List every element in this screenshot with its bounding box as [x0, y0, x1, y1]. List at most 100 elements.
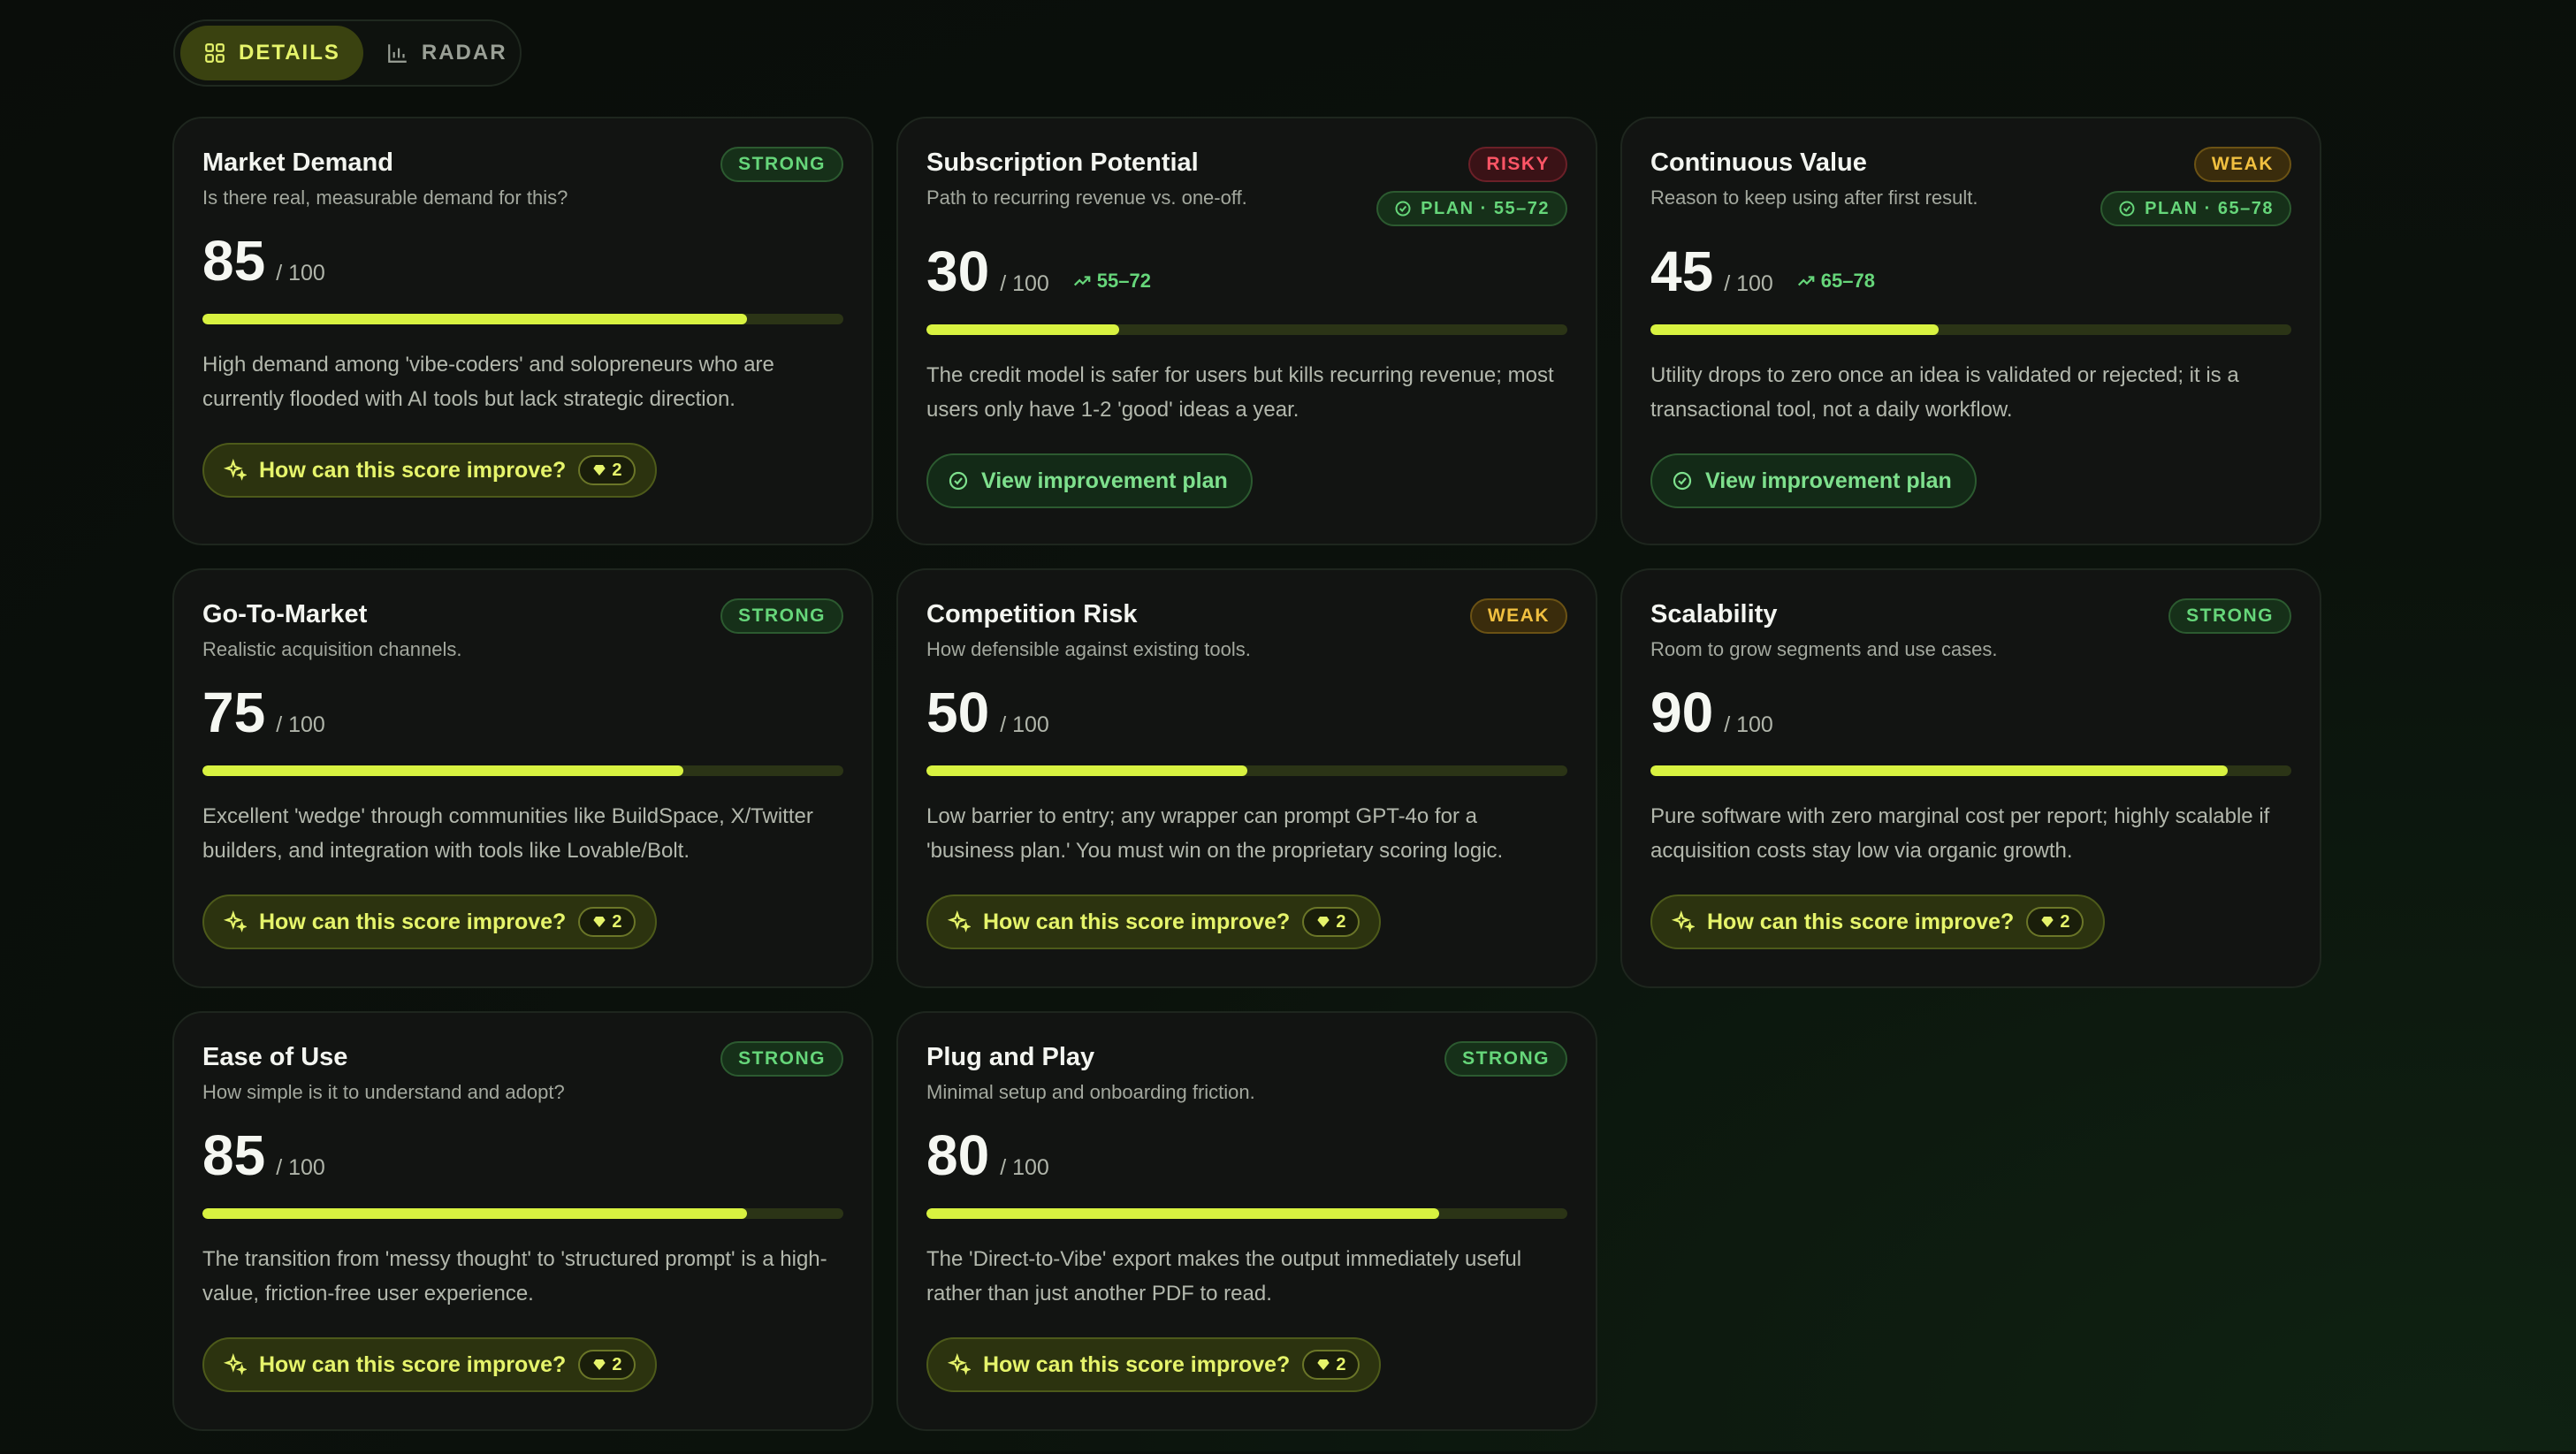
radar-tab[interactable]: RADAR [363, 26, 530, 80]
improve-score-button[interactable]: How can this score improve? 2 [202, 1337, 658, 1392]
score-value: 30 [926, 240, 990, 303]
score-max: / 100 [1724, 712, 1773, 737]
score-row: 75 / 100 [202, 684, 843, 741]
check-circle-icon [949, 471, 968, 491]
improve-score-button[interactable]: How can this score improve? 2 [926, 1337, 1382, 1392]
progress-bar [926, 1208, 1567, 1219]
improve-score-button[interactable]: How can this score improve? 2 [202, 894, 658, 949]
improve-label: How can this score improve? [259, 909, 567, 934]
progress-fill [926, 324, 1119, 335]
gem-icon [2041, 917, 2054, 927]
score-card-plug-and-play: Plug and Play Minimal setup and onboardi… [896, 1011, 1597, 1431]
score-value: 85 [202, 1123, 266, 1187]
score-row: 30 / 100 55–72 [926, 243, 1567, 300]
card-description: Pure software with zero marginal cost pe… [1650, 804, 2270, 863]
score-row: 85 / 100 [202, 232, 843, 289]
score-row: 90 / 100 [1650, 684, 2291, 741]
progress-bar [202, 314, 843, 324]
target-range: 65–78 [1796, 270, 1875, 293]
card-description: The transition from 'messy thought' to '… [202, 1247, 827, 1306]
card-subtitle: Is there real, measurable demand for thi… [202, 187, 568, 209]
improve-label: How can this score improve? [259, 457, 567, 483]
score-value: 85 [202, 229, 266, 293]
score-max: / 100 [1000, 1155, 1049, 1180]
improve-label: How can this score improve? [983, 909, 1291, 934]
score-row: 80 / 100 [926, 1127, 1567, 1184]
improve-label: How can this score improve? [983, 1351, 1291, 1377]
score-row: 50 / 100 [926, 684, 1567, 741]
status-badge: STRONG [720, 598, 843, 634]
bar-chart-icon [388, 44, 407, 63]
card-description: Excellent 'wedge' through communities li… [202, 804, 813, 863]
progress-bar [202, 1208, 843, 1219]
view-toggle: DETAILS RADAR [173, 19, 522, 87]
plan-button-label: View improvement plan [1705, 468, 1952, 493]
count-value: 2 [612, 1354, 622, 1374]
progress-fill [1650, 765, 2228, 776]
card-description: The credit model is safer for users but … [926, 363, 1554, 422]
score-max: / 100 [276, 1155, 325, 1180]
card-subtitle: Realistic acquisition channels. [202, 638, 462, 660]
score-max: / 100 [276, 712, 325, 737]
count-pill: 2 [578, 907, 636, 937]
card-subtitle: How defensible against existing tools. [926, 638, 1251, 660]
score-value: 45 [1650, 240, 1714, 303]
score-card-market-demand: Market Demand Is there real, measurable … [172, 117, 873, 545]
score-max: / 100 [1724, 271, 1773, 296]
card-description: High demand among 'vibe-coders' and solo… [202, 353, 774, 411]
count-pill: 2 [578, 455, 636, 485]
score-max: / 100 [1000, 271, 1049, 296]
score-max: / 100 [276, 261, 325, 285]
gem-icon [593, 1359, 606, 1370]
gem-icon [1317, 1359, 1330, 1370]
count-value: 2 [2060, 911, 2070, 932]
card-subtitle: How simple is it to understand and adopt… [202, 1081, 565, 1103]
count-pill: 2 [1302, 1350, 1360, 1380]
status-badge: WEAK [2193, 147, 2291, 182]
status-badge: WEAK [1469, 598, 1567, 634]
range-value: 65–78 [1820, 270, 1875, 292]
score-card-scalability: Scalability Room to grow segments and us… [1620, 568, 2321, 988]
progress-bar [1650, 324, 2291, 335]
count-pill: 2 [1302, 907, 1360, 937]
details-tab[interactable]: DETAILS [180, 26, 363, 80]
count-pill: 2 [578, 1350, 636, 1380]
card-description: The 'Direct-to-Vibe' export makes the ou… [926, 1247, 1522, 1306]
card-description: Utility drops to zero once an idea is va… [1650, 363, 2239, 422]
sparkle-icon [948, 910, 971, 933]
check-circle-icon [1395, 201, 1411, 217]
radar-tab-label: RADAR [421, 41, 507, 65]
improve-label: How can this score improve? [259, 1351, 567, 1377]
plan-badge: PLAN · 55–72 [1376, 191, 1567, 226]
score-card-go-to-market: Go-To-Market Realistic acquisition chann… [172, 568, 873, 988]
progress-bar [926, 765, 1567, 776]
view-plan-button[interactable]: View improvement plan [926, 453, 1253, 508]
score-card-subscription-potential: Subscription Potential Path to recurring… [896, 117, 1597, 545]
count-value: 2 [1336, 911, 1346, 932]
gem-icon [593, 465, 606, 476]
progress-fill [926, 1208, 1439, 1219]
count-value: 2 [612, 911, 622, 932]
progress-bar [926, 324, 1567, 335]
score-card-continuous-value: Continuous Value Reason to keep using af… [1620, 117, 2321, 545]
sparkle-icon [224, 910, 247, 933]
improve-score-button[interactable]: How can this score improve? 2 [202, 443, 658, 498]
improve-score-button[interactable]: How can this score improve? 2 [1650, 894, 2106, 949]
target-range: 55–72 [1072, 270, 1151, 293]
sparkle-icon [948, 1353, 971, 1375]
score-value: 50 [926, 681, 990, 744]
progress-fill [202, 1208, 748, 1219]
sparkle-icon [224, 1353, 247, 1375]
score-row: 45 / 100 65–78 [1650, 243, 2291, 300]
card-subtitle: Room to grow segments and use cases. [1650, 638, 1998, 660]
progress-fill [202, 314, 748, 324]
improve-score-button[interactable]: How can this score improve? 2 [926, 894, 1382, 949]
score-value: 90 [1650, 681, 1714, 744]
status-badge: STRONG [1444, 1041, 1567, 1077]
view-plan-button[interactable]: View improvement plan [1650, 453, 1977, 508]
progress-fill [1650, 324, 1940, 335]
progress-bar [202, 765, 843, 776]
score-row: 85 / 100 [202, 1127, 843, 1184]
range-value: 55–72 [1096, 270, 1151, 292]
card-subtitle: Minimal setup and onboarding friction. [926, 1081, 1255, 1103]
